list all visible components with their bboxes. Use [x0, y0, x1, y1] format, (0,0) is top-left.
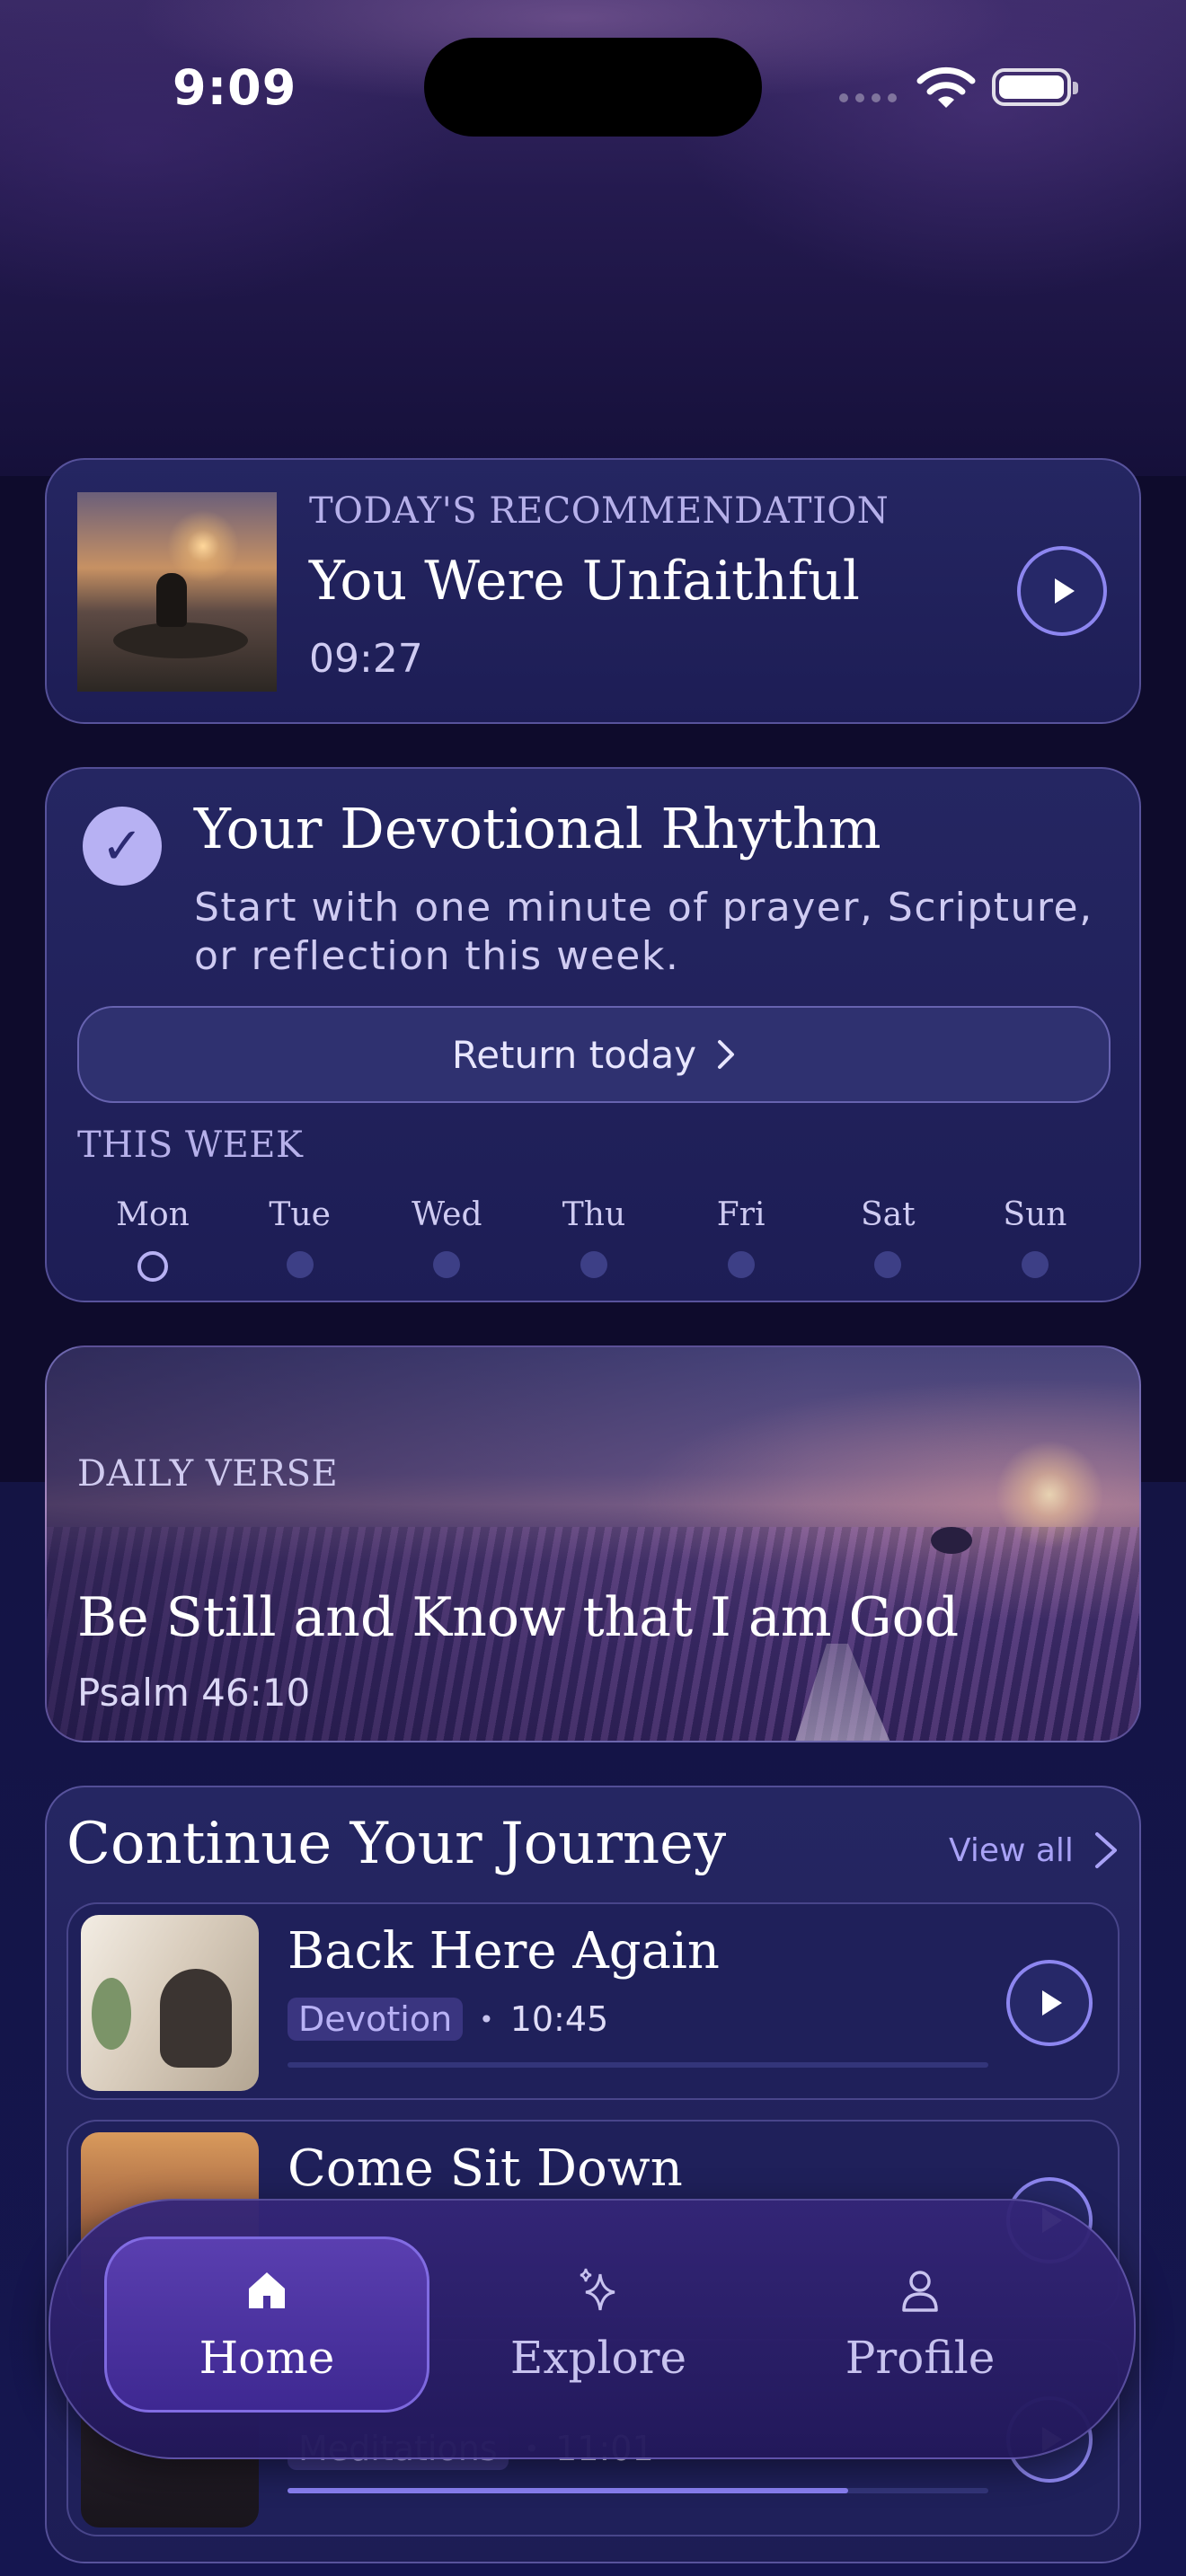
sparkles-icon [580, 2268, 615, 2311]
tab-home[interactable]: Home [104, 2236, 429, 2413]
chevron-right-icon [718, 1040, 735, 1069]
battery-icon [992, 68, 1078, 106]
day-thu: Thu [545, 1196, 642, 1282]
play-icon [1042, 1990, 1062, 2016]
day-fri: Fri [693, 1196, 790, 1282]
devotional-rhythm-card: ✓ Your Devotional Rhythm Start with one … [45, 767, 1141, 1302]
recommendation-duration: 09:27 [309, 636, 423, 682]
play-button[interactable] [1006, 1960, 1093, 2046]
play-icon [1055, 578, 1075, 604]
day-indicator [874, 1251, 902, 1278]
progress-bar [288, 2062, 988, 2068]
recommendation-card[interactable]: TODAY'S RECOMMENDATION You Were Unfaithf… [45, 458, 1141, 724]
day-label: Mon [116, 1196, 190, 1233]
this-week-label: THIS WEEK [77, 1125, 304, 1166]
day-label: Sat [860, 1196, 916, 1233]
day-indicator [580, 1251, 607, 1278]
journey-item-meta: Devotion • 10:45 [288, 1998, 608, 2041]
tab-profile[interactable]: Profile [785, 2236, 1055, 2413]
verse-text: Be Still and Know that I am God [77, 1586, 960, 1649]
rhythm-description: Start with one minute of prayer, Scriptu… [194, 885, 1093, 979]
day-label: Thu [562, 1196, 626, 1233]
verse-reference: Psalm 46:10 [77, 1671, 311, 1715]
daily-verse-eyebrow: DAILY VERSE [77, 1453, 339, 1495]
daily-verse-card[interactable]: DAILY VERSE Be Still and Know that I am … [45, 1345, 1141, 1742]
cellular-signal-icon [839, 93, 897, 102]
journey-item-thumbnail [81, 1915, 259, 2091]
view-all-label: View all [949, 1831, 1074, 1869]
category-tag: Devotion [288, 1998, 464, 2041]
recommendation-thumbnail [77, 492, 277, 692]
day-sun: Sun [987, 1196, 1084, 1282]
tab-label: Home [199, 2332, 335, 2384]
day-label: Fri [716, 1196, 766, 1233]
tab-label: Profile [845, 2332, 996, 2384]
day-sat: Sat [839, 1196, 936, 1282]
return-today-label: Return today [451, 1032, 697, 1077]
rhythm-title: Your Devotional Rhythm [194, 796, 881, 861]
progress-bar [288, 2488, 988, 2493]
day-label: Sun [1003, 1196, 1067, 1233]
status-time: 9:09 [173, 59, 297, 116]
week-days: Mon Tue Wed Thu Fri Sat Sun [77, 1196, 1111, 1282]
recommendation-title: You Were Unfaithful [309, 550, 860, 613]
recommendation-eyebrow: TODAY'S RECOMMENDATION [309, 490, 890, 532]
return-today-button[interactable]: Return today [77, 1006, 1111, 1103]
house-icon [249, 2272, 285, 2308]
day-mon: Mon [104, 1196, 201, 1282]
day-indicator [286, 1251, 314, 1278]
journey-item[interactable]: Back Here Again Devotion • 10:45 [66, 1902, 1120, 2100]
view-all-link[interactable]: View all [949, 1829, 1122, 1872]
day-wed: Wed [398, 1196, 495, 1282]
person-icon [902, 2271, 938, 2312]
day-indicator [727, 1251, 755, 1278]
tab-explore[interactable]: Explore [464, 2236, 733, 2413]
section-title: Continue Your Journey [66, 1811, 727, 1877]
day-indicator [1021, 1251, 1049, 1278]
day-indicator-today [137, 1251, 168, 1282]
checkmark-icon: ✓ [83, 807, 162, 886]
journey-item-title: Back Here Again [288, 1922, 720, 1981]
dynamic-island [424, 38, 762, 137]
tab-bar: Home Explore Profile [49, 2199, 1136, 2459]
day-label: Tue [269, 1196, 331, 1233]
play-button[interactable] [1017, 546, 1107, 636]
wifi-icon [916, 66, 976, 108]
day-tue: Tue [252, 1196, 349, 1282]
journey-item-title: Come Sit Down [288, 2139, 683, 2198]
chevron-right-icon [1094, 1832, 1117, 1868]
day-indicator [433, 1251, 461, 1278]
tab-label: Explore [509, 2332, 687, 2384]
journey-item-duration: 10:45 [509, 1999, 609, 2039]
day-label: Wed [412, 1196, 482, 1233]
